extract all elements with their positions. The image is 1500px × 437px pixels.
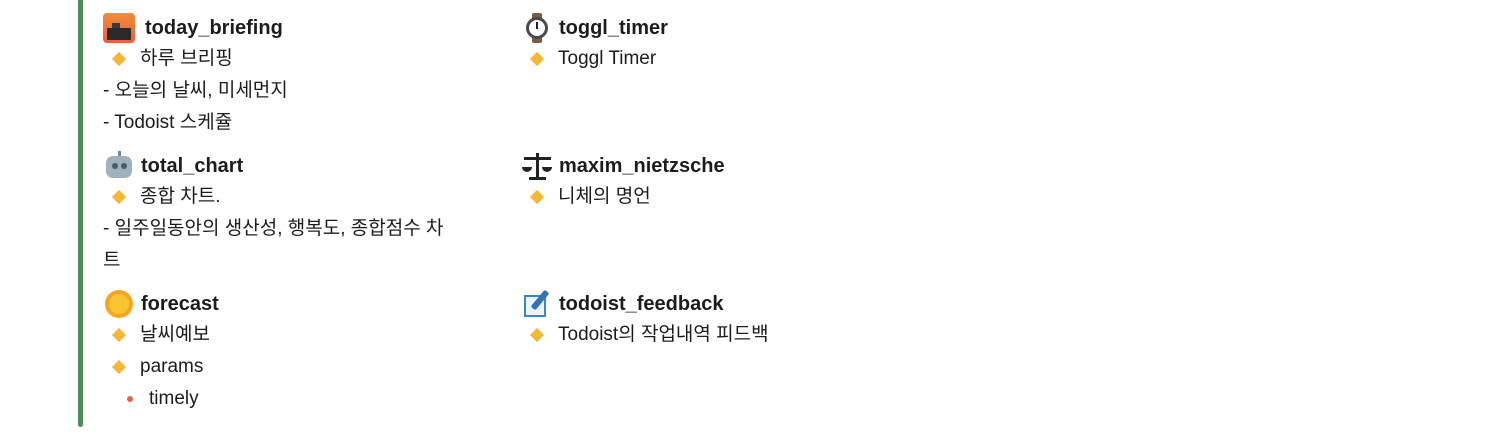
item-text: 날씨예보: [140, 324, 210, 345]
diamond-bullet-icon: [529, 189, 545, 205]
dot-bullet-icon: [127, 396, 133, 402]
command-today-briefing: today_briefing 하루 브리핑 - 오늘의 날씨, 미세먼지 - T…: [103, 13, 503, 139]
diamond-bullet-icon: [529, 51, 545, 67]
item-text: 하루 브리핑: [140, 48, 233, 69]
sub-list-item: timely: [103, 383, 503, 415]
command-forecast: forecast 날씨예보 params timely: [103, 289, 503, 415]
command-name: total_chart: [141, 154, 244, 177]
diamond-bullet-icon: [111, 189, 127, 205]
list-item: Toggl Timer: [521, 43, 941, 75]
command-name: maxim_nietzsche: [559, 154, 725, 177]
list-item: 니체의 명언: [521, 181, 941, 213]
list-item: Todoist의 작업내역 피드백: [521, 319, 941, 351]
command-todoist-feedback: todoist_feedback Todoist의 작업내역 피드백: [521, 289, 941, 351]
description-line: - 일주일동안의 생산성, 행복도, 종합점수 차: [103, 218, 444, 239]
description-line: 트: [103, 250, 121, 271]
item-text: 니체의 명언: [558, 186, 651, 207]
robot-face-icon: [103, 151, 135, 181]
scales-icon: [521, 151, 553, 181]
command-name: forecast: [141, 292, 219, 315]
left-column: today_briefing 하루 브리핑 - 오늘의 날씨, 미세먼지 - T…: [103, 0, 503, 415]
command-name: today_briefing: [145, 16, 283, 39]
list-item: 종합 차트.: [103, 181, 503, 213]
watch-icon: [521, 13, 553, 43]
item-text: Todoist의 작업내역 피드백: [558, 324, 769, 345]
command-toggl-timer: toggl_timer Toggl Timer: [521, 13, 941, 75]
item-text: Toggl Timer: [558, 48, 657, 69]
description-line: - Todoist 스케쥴: [103, 112, 233, 133]
attachment-bar: [78, 0, 83, 427]
description-line: - 오늘의 날씨, 미세먼지: [103, 80, 288, 101]
command-maxim-nietzsche: maxim_nietzsche 니체의 명언: [521, 151, 941, 213]
list-item: 날씨예보: [103, 319, 503, 351]
item-text: params: [140, 356, 204, 377]
diamond-bullet-icon: [111, 51, 127, 67]
right-column: toggl_timer Toggl Timer maxim_nietzsche …: [521, 0, 941, 351]
sun-with-face-icon: [103, 289, 135, 319]
list-item: params: [103, 351, 503, 383]
memo-icon: [521, 289, 553, 319]
command-name: todoist_feedback: [559, 292, 724, 315]
diamond-bullet-icon: [529, 327, 545, 343]
diamond-bullet-icon: [111, 359, 127, 375]
item-text: 종합 차트.: [140, 186, 221, 207]
command-total-chart: total_chart 종합 차트. - 일주일동안의 생산성, 행복도, 종합…: [103, 151, 503, 277]
command-name: toggl_timer: [559, 16, 668, 39]
city-sunset-icon: [103, 13, 135, 43]
item-text: timely: [149, 388, 199, 409]
list-item: 하루 브리핑: [103, 43, 503, 75]
diamond-bullet-icon: [111, 327, 127, 343]
